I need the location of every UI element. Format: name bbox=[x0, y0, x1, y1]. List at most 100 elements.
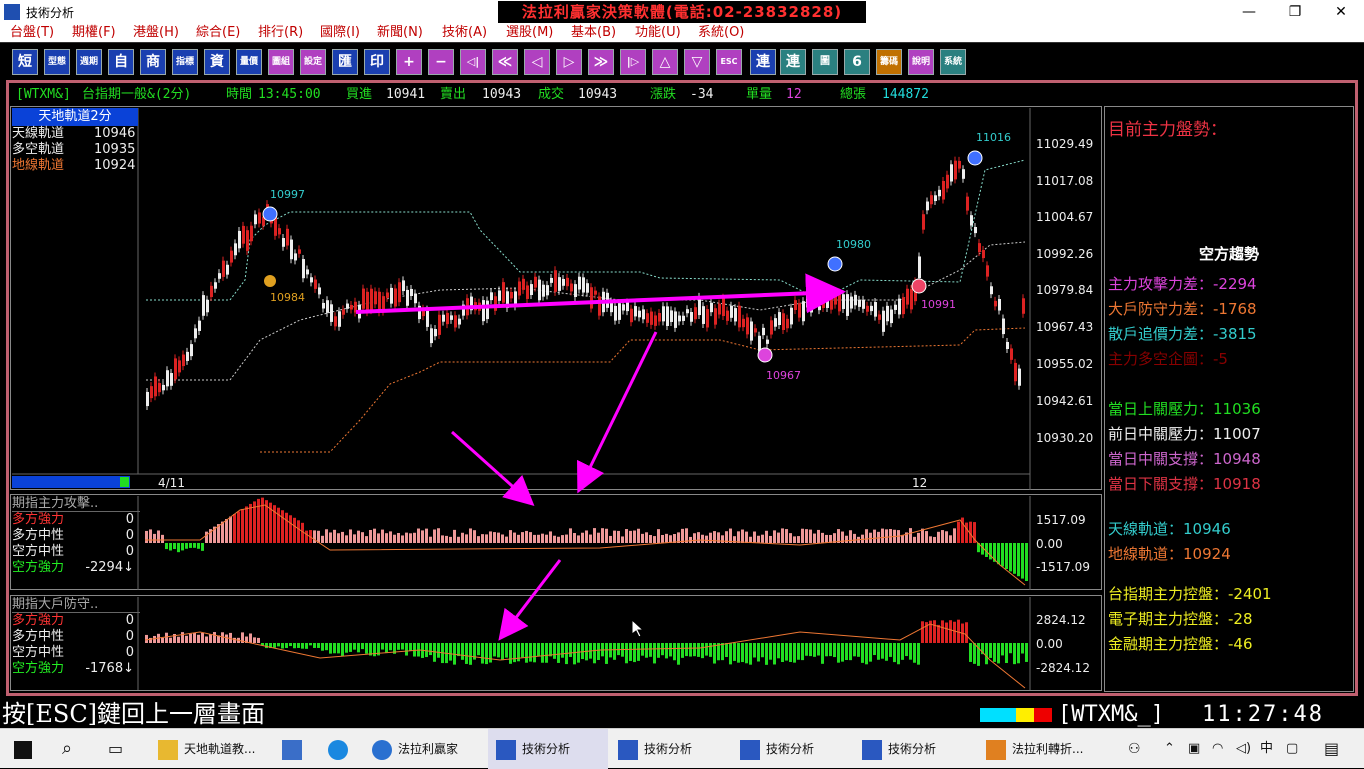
candle-body bbox=[882, 310, 885, 332]
attack-bar bbox=[753, 531, 756, 543]
attack-bar bbox=[281, 510, 284, 543]
taskbar-item[interactable]: 技術分析 bbox=[618, 729, 692, 769]
sub2-y-tick: -2824.12 bbox=[1036, 661, 1090, 675]
taskbar-item[interactable] bbox=[328, 729, 354, 769]
ime-indicator[interactable]: 中 bbox=[1260, 729, 1273, 769]
attack-bar bbox=[565, 534, 568, 543]
attack-bar bbox=[737, 531, 740, 543]
pointer-arrow bbox=[577, 331, 658, 494]
computer-icon bbox=[282, 739, 302, 760]
candle-body bbox=[582, 277, 585, 293]
taskbar-item[interactable]: 技術分析 bbox=[740, 729, 814, 769]
defense-bar bbox=[801, 643, 804, 661]
summary-label: 地線軌道： bbox=[1108, 545, 1184, 563]
start-button[interactable] bbox=[14, 729, 38, 769]
defense-bar bbox=[381, 643, 384, 650]
candle-body bbox=[558, 277, 561, 291]
candle-body bbox=[250, 225, 253, 242]
search-icon[interactable]: ⌕ bbox=[62, 729, 72, 769]
defense-bar bbox=[889, 643, 892, 657]
scroll-track[interactable] bbox=[12, 476, 130, 488]
sell-signal-marker[interactable] bbox=[262, 206, 278, 222]
candle-body bbox=[286, 228, 289, 246]
volume-icon[interactable]: ◁) bbox=[1236, 729, 1251, 769]
candle-body bbox=[570, 283, 573, 292]
attack-bar bbox=[433, 529, 436, 543]
defense-bar bbox=[685, 643, 688, 657]
candle-body bbox=[330, 304, 333, 322]
attack-bar bbox=[425, 528, 428, 543]
attack-bar bbox=[421, 530, 424, 543]
candle-body bbox=[814, 294, 817, 304]
sell-signal-marker[interactable] bbox=[827, 256, 843, 272]
main-chart-lines bbox=[146, 159, 1026, 453]
tray-expand-icon[interactable]: ⌃ bbox=[1164, 729, 1175, 769]
defense-bar bbox=[701, 643, 704, 659]
candle-body bbox=[854, 294, 857, 306]
defense-bar bbox=[669, 643, 672, 657]
chart-app-icon bbox=[862, 739, 882, 760]
taskbar-item[interactable]: 法拉利贏家 bbox=[372, 729, 458, 769]
buy-signal-marker[interactable] bbox=[264, 275, 276, 287]
attack-bar bbox=[489, 531, 492, 543]
attack-bar bbox=[469, 528, 472, 543]
candle-body bbox=[254, 214, 257, 225]
defense-bar bbox=[665, 643, 668, 659]
sub1-y-tick: 1517.09 bbox=[1036, 513, 1086, 527]
defense-bar bbox=[917, 643, 920, 665]
legend-row: 多方強力 0 bbox=[12, 512, 140, 528]
taskbar-item[interactable]: 天地軌道教... bbox=[158, 729, 255, 769]
status-bar: 按[ESC]鍵回上一層畫面 [WTXM&_] 11:27:48 bbox=[0, 700, 1364, 728]
taskbar-item-active[interactable]: 技術分析 bbox=[488, 729, 608, 769]
candle-body bbox=[970, 215, 973, 226]
scroll-thumb[interactable] bbox=[120, 477, 129, 487]
attack-bar bbox=[661, 534, 664, 543]
summary-label: 電子期主力控盤： bbox=[1108, 610, 1229, 628]
attack-bar bbox=[929, 536, 932, 543]
defense-bar bbox=[613, 643, 616, 660]
defense-bar bbox=[161, 637, 164, 643]
notification-icon[interactable]: ▤ bbox=[1324, 729, 1339, 769]
annotation-label: 10984 bbox=[270, 291, 305, 304]
network-icon[interactable]: ▣ bbox=[1188, 729, 1200, 769]
attack-bar bbox=[953, 528, 956, 543]
summary-value: -1768 bbox=[1213, 300, 1257, 318]
buy-signal-marker[interactable] bbox=[911, 278, 927, 294]
candle-body bbox=[282, 238, 285, 247]
candle-body bbox=[862, 299, 865, 309]
defense-bar bbox=[509, 643, 512, 664]
defense-bar bbox=[1013, 643, 1016, 665]
sub1-title: 期指主力攻擊.. bbox=[12, 496, 140, 512]
candle-body bbox=[290, 239, 293, 260]
candle-body bbox=[446, 312, 449, 325]
attack-bar bbox=[341, 531, 344, 543]
ime-mode-icon[interactable]: ▢ bbox=[1286, 729, 1298, 769]
taskbar-item[interactable] bbox=[282, 729, 308, 769]
defense-bar bbox=[349, 643, 352, 652]
defense-bar bbox=[881, 643, 884, 659]
candle-body bbox=[578, 276, 581, 290]
candle-body bbox=[730, 305, 733, 318]
task-view-icon[interactable]: ▭ bbox=[108, 729, 123, 769]
candle-body bbox=[402, 280, 405, 292]
attack-bar bbox=[741, 529, 744, 543]
sell-signal-marker[interactable] bbox=[967, 150, 983, 166]
attack-bar bbox=[837, 529, 840, 543]
attack-bar bbox=[277, 507, 280, 543]
candle-body bbox=[562, 278, 565, 286]
defense-bar bbox=[513, 643, 516, 663]
buy-signal-marker[interactable] bbox=[757, 347, 773, 363]
wifi-icon[interactable]: ◠ bbox=[1212, 729, 1223, 769]
defense-bar bbox=[233, 637, 236, 643]
candle-body bbox=[826, 300, 829, 308]
candle-body bbox=[346, 303, 349, 309]
people-icon[interactable]: ⚇ bbox=[1128, 729, 1141, 769]
attack-bar bbox=[693, 533, 696, 543]
summary-value: -5 bbox=[1213, 350, 1228, 368]
candle-body bbox=[694, 307, 697, 320]
legend-value: -1768↓ bbox=[85, 661, 134, 676]
taskbar-item[interactable]: 法拉利轉折... bbox=[986, 729, 1083, 769]
taskbar-item[interactable]: 技術分析 bbox=[862, 729, 936, 769]
band-line bbox=[260, 327, 1026, 453]
defense-bar bbox=[921, 621, 924, 643]
